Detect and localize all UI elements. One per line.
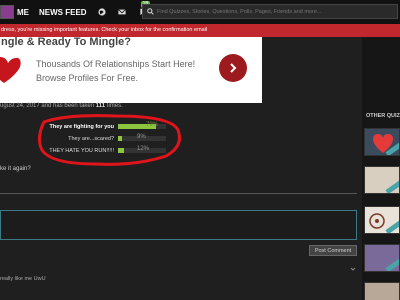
quiz-thumbnail[interactable] (364, 282, 400, 300)
nav-me-link[interactable]: ME (17, 8, 29, 17)
avatar[interactable] (0, 5, 14, 19)
meta-suffix: times. (105, 103, 123, 109)
chevron-down-icon[interactable] (350, 266, 356, 272)
search-input[interactable] (157, 8, 387, 15)
quiz-thumbnail[interactable] (364, 206, 400, 234)
sidebar-title: OTHER QUIZ (366, 113, 400, 119)
retake-prompt[interactable]: ke it again? (0, 166, 31, 172)
ad-line-2: Browse Profiles For Free. (36, 73, 139, 83)
divider (0, 193, 357, 194)
taken-count: 111 (95, 103, 106, 109)
quiz-thumbnail[interactable] (364, 244, 400, 272)
highlight-circle (37, 114, 181, 166)
comment-text: really like me UwU (0, 276, 46, 282)
quiz-meta: ugust 24, 2017 and has been taken 111 ti… (0, 103, 123, 109)
comment-input[interactable] (0, 210, 357, 240)
quiz-thumbnail[interactable] (364, 128, 400, 156)
post-comment-button[interactable]: Post Comment (309, 245, 357, 256)
search-icon (147, 8, 154, 15)
nav-newsfeed-link[interactable]: NEWS FEED (39, 8, 87, 17)
dating-ad[interactable]: ngle & Ready To Mingle? Thousands Of Rel… (0, 36, 262, 103)
search-bar[interactable] (142, 4, 398, 19)
ad-next-button[interactable] (219, 54, 247, 82)
page: ME NEWS FEED 18 dress, you're missing im… (0, 0, 400, 300)
quiz-date: ugust 24, 2017 (0, 103, 40, 109)
heart-icon (0, 57, 21, 83)
quiz-thumbnail[interactable] (364, 166, 400, 194)
globe-icon[interactable] (97, 7, 107, 17)
envelope-icon[interactable] (117, 7, 127, 17)
ad-title: ngle & Ready To Mingle? (1, 36, 131, 48)
chevron-right-icon (230, 63, 237, 73)
ad-line-1: Thousands Of Relationships Start Here! (36, 59, 196, 69)
top-nav: ME NEWS FEED 18 (0, 0, 400, 24)
meta-text: and has been taken (39, 103, 96, 109)
